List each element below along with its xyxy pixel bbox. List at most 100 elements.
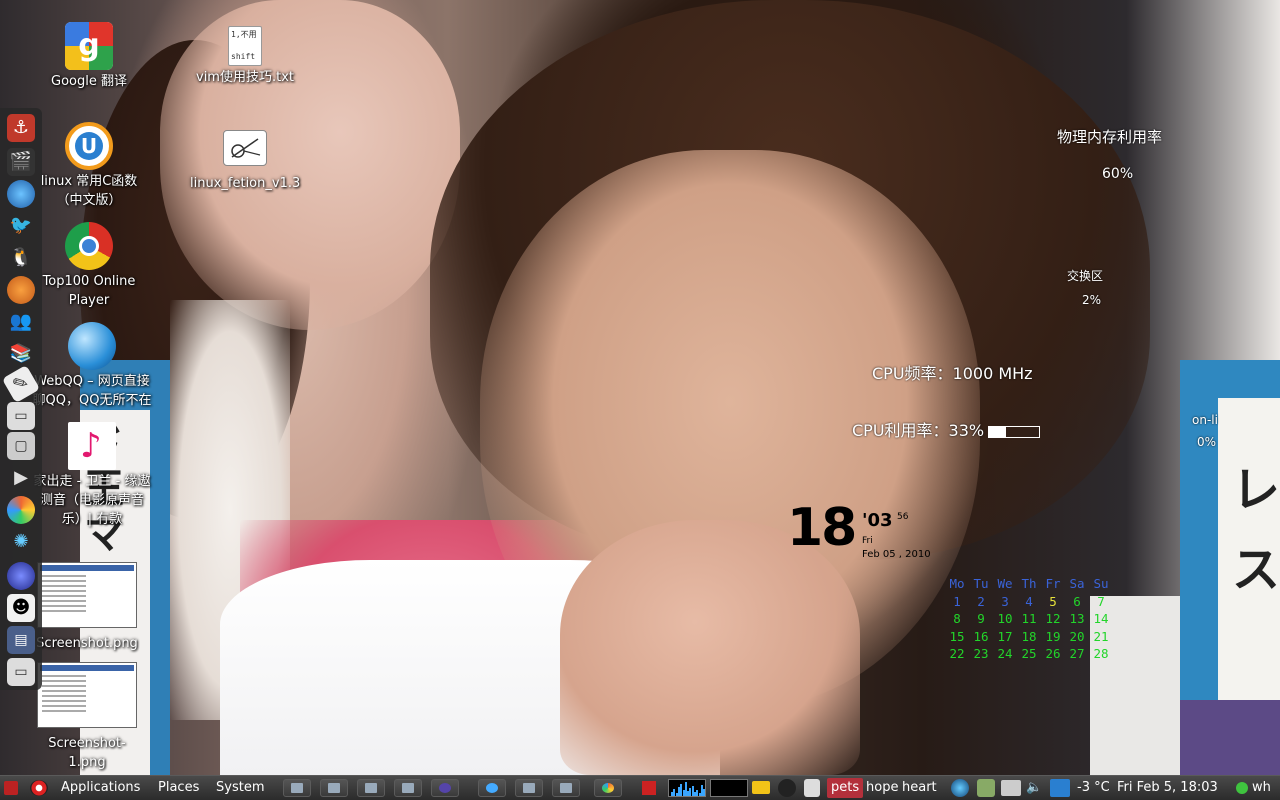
main-menu-icon[interactable] xyxy=(30,780,48,796)
drive-icon[interactable]: ▭ xyxy=(7,402,35,430)
display-icon[interactable] xyxy=(1001,780,1021,796)
media-player-icon[interactable]: ▢ xyxy=(7,432,35,460)
calendar-day: 27 xyxy=(1069,646,1085,661)
taskbar-item[interactable] xyxy=(431,779,459,797)
panel-clock[interactable]: Fri Feb 5, 18:03 xyxy=(1117,776,1218,800)
desktop-icon-label: 家出走 - 卫兰 - 缘遨测音（电影原声音乐）| 冇款 xyxy=(33,474,151,527)
clapper-icon[interactable]: 🎬 xyxy=(7,148,35,176)
basketball-icon[interactable] xyxy=(7,276,35,304)
contacts-icon[interactable]: 👥 xyxy=(7,308,35,336)
taskbar-item[interactable] xyxy=(594,779,622,797)
network-label: on-li xyxy=(1192,413,1218,427)
taskbar-item[interactable] xyxy=(515,779,543,797)
window-icon[interactable]: ▭ xyxy=(7,658,35,686)
play-icon[interactable]: ▶ xyxy=(7,464,35,492)
weather-temperature[interactable]: -3 °C xyxy=(1077,776,1110,800)
wallpaper-shape xyxy=(560,520,860,775)
workspace-tag-heart[interactable]: heart xyxy=(898,778,941,798)
chromium-icon[interactable] xyxy=(7,180,35,208)
taskbar-item[interactable] xyxy=(478,779,506,797)
chrome-icon xyxy=(65,222,113,270)
eclipse-icon[interactable] xyxy=(7,562,35,590)
calendar-day: 26 xyxy=(1045,646,1061,661)
wallpaper-shape xyxy=(1180,700,1280,775)
calendar-day: 14 xyxy=(1093,611,1109,626)
workspace-switcher-icon[interactable] xyxy=(642,781,656,795)
calendar-day: 7 xyxy=(1097,593,1105,609)
app-icon[interactable] xyxy=(778,779,796,797)
network-icon[interactable] xyxy=(951,779,969,797)
desktop-icon-screenshot[interactable]: Screenshot.png xyxy=(32,562,142,653)
menu-places[interactable]: Places xyxy=(158,776,199,800)
calendar-week-row: 15 16 17 18 19 20 21 xyxy=(945,628,1113,646)
taskbar-item[interactable] xyxy=(283,779,311,797)
wallpaper-sign-text-right: レス xyxy=(1232,462,1280,598)
desktop-icon-google-translate[interactable]: g Google 翻译 xyxy=(34,22,144,91)
clock-date: Feb 05 , 2010 xyxy=(862,549,931,560)
clipboard-icon[interactable] xyxy=(804,779,820,797)
workspace-tag-hope[interactable]: hope xyxy=(862,778,902,798)
clock-second: 56 xyxy=(897,512,909,522)
image-thumbnail-icon xyxy=(37,662,137,728)
bottom-panel: Applications Places System pets hope hea… xyxy=(0,775,1280,800)
cursor-icon[interactable] xyxy=(1050,779,1070,797)
desktop-icon-label: Screenshot-1.png xyxy=(48,736,126,770)
desktop-icon-screenshot1[interactable]: Screenshot-1.png xyxy=(32,662,142,772)
calendar-weekday: We xyxy=(997,576,1013,591)
calendar-day: 21 xyxy=(1093,628,1109,644)
clock-hour: 18 xyxy=(787,498,857,558)
calendar-day-today: 5 xyxy=(1049,593,1057,609)
volume-icon[interactable]: 🔈 xyxy=(1026,776,1042,800)
desktop-icon-linux-fetion[interactable]: linux_fetion_v1.3 xyxy=(190,128,300,193)
picasa-icon[interactable] xyxy=(7,496,35,524)
taskbar-item[interactable] xyxy=(357,779,385,797)
book-icon[interactable]: 📚 xyxy=(7,340,35,368)
text-file-icon: 1,不用 shift xyxy=(228,26,262,66)
user-name[interactable]: wh xyxy=(1252,776,1271,800)
calendar-weekday: Tu xyxy=(973,576,989,591)
taskbar-item[interactable] xyxy=(552,779,580,797)
qq-penguin-icon[interactable]: 🐧 xyxy=(7,244,35,272)
anchor-icon[interactable]: ⚓ xyxy=(7,114,35,142)
terminal-icon[interactable]: ▤ xyxy=(7,626,35,654)
calendar-day: 28 xyxy=(1093,646,1109,661)
taskbar-item[interactable] xyxy=(320,779,348,797)
fetion-icon xyxy=(223,130,267,166)
desktop-icon-vim-tips[interactable]: 1,不用 shift vim使用技巧.txt xyxy=(190,24,300,87)
eraser-icon[interactable]: ✎ xyxy=(1,364,41,404)
cpu-usage-label: CPU利用率：33% xyxy=(852,421,985,440)
calendar-day: 16 xyxy=(973,628,989,644)
menu-system[interactable]: System xyxy=(216,776,264,800)
user-status-icon[interactable] xyxy=(1236,782,1248,794)
calendar-weekday: Su xyxy=(1093,576,1109,591)
swirl-icon[interactable]: ✺ xyxy=(7,528,35,556)
cpu-usage-bar-fill xyxy=(989,426,1006,437)
window-icon xyxy=(402,783,414,793)
desktop-icon-webqq[interactable]: WebQQ – 网页直接聊QQ，QQ无所不在 xyxy=(30,322,154,410)
calendar-day: 9 xyxy=(977,611,985,626)
globe-icon xyxy=(68,322,116,370)
image-thumbnail-icon xyxy=(37,562,137,628)
folder-icon[interactable] xyxy=(752,781,770,794)
desktop-icon-music-file[interactable]: 家出走 - 卫兰 - 缘遨测音（电影原声音乐）| 冇款 xyxy=(30,422,154,529)
calendar-day: 1 xyxy=(953,593,961,609)
calendar-day: 4 xyxy=(1025,593,1033,609)
calendar-week-row: 1 2 3 4 5 6 7 xyxy=(945,593,1113,611)
menu-applications[interactable]: Applications xyxy=(61,776,140,800)
show-desktop-icon[interactable] xyxy=(4,781,18,795)
desktop-icon-top100[interactable]: Top100 Online Player xyxy=(34,222,144,310)
desktop-icon-label: linux 常用C函数（中文版） xyxy=(40,174,138,208)
desktop-icon-label: linux_fetion_v1.3 xyxy=(190,176,301,191)
calendar-day: 8 xyxy=(953,611,961,626)
calendar-day: 10 xyxy=(997,611,1013,626)
swap-value: 2% xyxy=(1082,293,1102,307)
workspace-tag-pets[interactable]: pets xyxy=(827,778,864,798)
calendar-day: 13 xyxy=(1069,611,1085,626)
calendar-week-row: 22 23 24 25 26 27 28 xyxy=(945,645,1113,663)
update-icon[interactable] xyxy=(977,779,995,797)
taskbar-item[interactable] xyxy=(394,779,422,797)
calendar-day: 22 xyxy=(949,646,965,661)
pidgin-icon[interactable]: ☻ xyxy=(7,594,35,622)
desktop-icon-linux-c-func[interactable]: U linux 常用C函数（中文版） xyxy=(34,122,144,210)
fetion-bird-icon[interactable]: 🐦 xyxy=(7,212,35,240)
